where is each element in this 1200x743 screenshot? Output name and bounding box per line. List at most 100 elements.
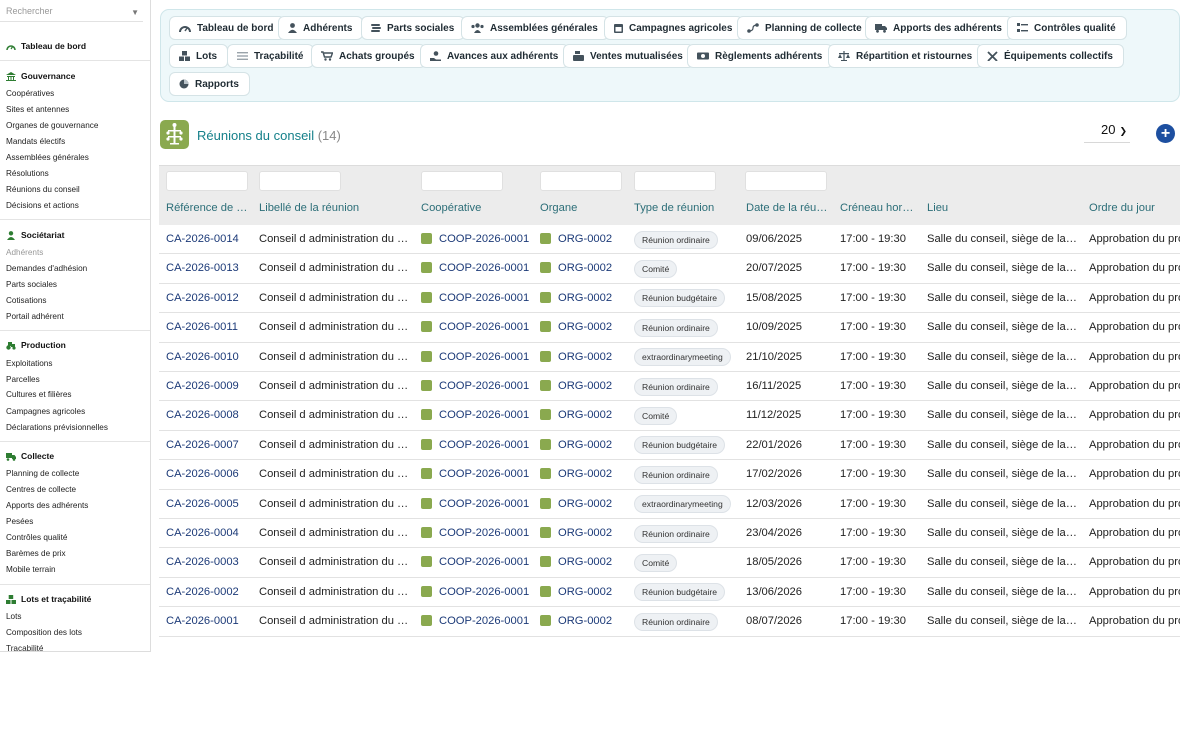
- cell-organe[interactable]: ORG-0002: [540, 431, 628, 460]
- sidebar-item-baremes[interactable]: Barèmes de prix: [6, 549, 66, 558]
- sidebar-item-exploitations[interactable]: Exploitations: [6, 359, 52, 368]
- nav-apports[interactable]: Apports des adhérents: [865, 16, 1013, 40]
- section-collecte[interactable]: Collecte: [6, 451, 54, 461]
- nav-avances[interactable]: Avances aux adhérents: [420, 44, 570, 68]
- nav-campagnes[interactable]: Campagnes agricoles: [604, 16, 744, 40]
- cell-organe[interactable]: ORG-0002: [540, 372, 628, 401]
- cooperative-link[interactable]: COOP-2026-0001: [439, 262, 529, 274]
- sidebar-item-controles[interactable]: Contrôles qualité: [6, 533, 67, 542]
- sidebar-item-portail[interactable]: Portail adhérent: [6, 312, 64, 321]
- filter-input-libelle[interactable]: [259, 171, 341, 191]
- cell-reference[interactable]: CA-2026-0013: [166, 254, 252, 283]
- organe-link[interactable]: ORG-0002: [558, 556, 612, 568]
- cell-organe[interactable]: ORG-0002: [540, 460, 628, 489]
- nav-ventes[interactable]: Ventes mutualisées: [563, 44, 694, 68]
- nav-parts-sociales[interactable]: Parts sociales: [361, 16, 466, 40]
- cell-cooperative[interactable]: COOP-2026-0001: [421, 490, 533, 519]
- nav-lots[interactable]: Lots: [169, 44, 229, 68]
- sidebar-item-reunions[interactable]: Réunions du conseil: [6, 185, 80, 194]
- cell-reference[interactable]: CA-2026-0005: [166, 490, 252, 519]
- sidebar-item-resolutions[interactable]: Résolutions: [6, 169, 49, 178]
- nav-tracabilite[interactable]: Traçabilité: [227, 44, 315, 68]
- column-header-date[interactable]: Date de la réu…: [746, 202, 827, 214]
- sidebar-item-cooperatives[interactable]: Coopératives: [6, 89, 54, 98]
- nav-adherents[interactable]: Adhérents: [278, 16, 364, 40]
- sidebar-item-sites[interactable]: Sites et antennes: [6, 105, 69, 114]
- cell-cooperative[interactable]: COOP-2026-0001: [421, 372, 533, 401]
- page-size-select[interactable]: 20 ❯: [1084, 122, 1130, 143]
- nav-repartition[interactable]: Répartition et ristournes: [828, 44, 984, 68]
- cell-cooperative[interactable]: COOP-2026-0001: [421, 578, 533, 607]
- cooperative-link[interactable]: COOP-2026-0001: [439, 586, 529, 598]
- organe-link[interactable]: ORG-0002: [558, 527, 612, 539]
- section-production[interactable]: Production: [6, 340, 66, 350]
- cooperative-link[interactable]: COOP-2026-0001: [439, 556, 529, 568]
- cell-organe[interactable]: ORG-0002: [540, 254, 628, 283]
- sidebar-item-cultures[interactable]: Cultures et filières: [6, 390, 72, 399]
- cell-cooperative[interactable]: COOP-2026-0001: [421, 519, 533, 548]
- cooperative-link[interactable]: COOP-2026-0001: [439, 468, 529, 480]
- cell-organe[interactable]: ORG-0002: [540, 284, 628, 313]
- organe-link[interactable]: ORG-0002: [558, 409, 612, 421]
- nav-controles[interactable]: Contrôles qualité: [1007, 16, 1127, 40]
- cooperative-link[interactable]: COOP-2026-0001: [439, 233, 529, 245]
- nav-equipements[interactable]: Équipements collectifs: [977, 44, 1124, 68]
- cell-reference[interactable]: CA-2026-0008: [166, 401, 252, 430]
- cell-cooperative[interactable]: COOP-2026-0001: [421, 401, 533, 430]
- cell-cooperative[interactable]: COOP-2026-0001: [421, 460, 533, 489]
- chevron-down-icon[interactable]: ▼: [131, 8, 139, 17]
- filter-input-date[interactable]: [745, 171, 827, 191]
- sidebar-item-composition[interactable]: Composition des lots: [6, 628, 82, 637]
- cooperative-link[interactable]: COOP-2026-0001: [439, 527, 529, 539]
- column-header-cooperative[interactable]: Coopérative: [421, 202, 481, 214]
- cell-organe[interactable]: ORG-0002: [540, 548, 628, 577]
- cell-organe[interactable]: ORG-0002: [540, 490, 628, 519]
- sidebar-item-centres[interactable]: Centres de collecte: [6, 485, 76, 494]
- organe-link[interactable]: ORG-0002: [558, 498, 612, 510]
- sidebar-item-campagnes[interactable]: Campagnes agricoles: [6, 407, 85, 416]
- nav-rapports[interactable]: Rapports: [169, 72, 250, 96]
- cell-reference[interactable]: CA-2026-0012: [166, 284, 252, 313]
- cooperative-link[interactable]: COOP-2026-0001: [439, 615, 529, 627]
- cell-cooperative[interactable]: COOP-2026-0001: [421, 343, 533, 372]
- column-header-creneau[interactable]: Créneau hor…: [840, 202, 913, 214]
- nav-achats-groupes[interactable]: Achats groupés: [311, 44, 426, 68]
- sidebar-item-lots[interactable]: Lots: [6, 612, 21, 621]
- table-row[interactable]: CA-2026-0012 Conseil d administration du …: [159, 284, 1180, 314]
- cell-reference[interactable]: CA-2026-0004: [166, 519, 252, 548]
- table-row[interactable]: CA-2026-0003 Conseil d administration du …: [159, 548, 1180, 578]
- sidebar-item-organes[interactable]: Organes de gouvernance: [6, 121, 98, 130]
- cell-reference[interactable]: CA-2026-0009: [166, 372, 252, 401]
- cooperative-link[interactable]: COOP-2026-0001: [439, 351, 529, 363]
- column-header-libelle[interactable]: Libellé de la réunion: [259, 202, 359, 214]
- cell-organe[interactable]: ORG-0002: [540, 225, 628, 254]
- cell-cooperative[interactable]: COOP-2026-0001: [421, 225, 533, 254]
- table-row[interactable]: CA-2026-0009 Conseil d administration du …: [159, 372, 1180, 402]
- search-input[interactable]: Rechercher ▼: [0, 0, 143, 22]
- organe-link[interactable]: ORG-0002: [558, 233, 612, 245]
- cell-organe[interactable]: ORG-0002: [540, 401, 628, 430]
- table-row[interactable]: CA-2026-0001 Conseil d administration du …: [159, 607, 1180, 637]
- sidebar-item-declarations[interactable]: Déclarations prévisionnelles: [6, 423, 108, 432]
- nav-planning[interactable]: Planning de collecte: [737, 16, 873, 40]
- cooperative-link[interactable]: COOP-2026-0001: [439, 409, 529, 421]
- cell-cooperative[interactable]: COOP-2026-0001: [421, 607, 533, 636]
- table-row[interactable]: CA-2026-0010 Conseil d administration du …: [159, 343, 1180, 372]
- table-row[interactable]: CA-2026-0005 Conseil d administration du …: [159, 490, 1180, 519]
- organe-link[interactable]: ORG-0002: [558, 262, 612, 274]
- sidebar-item-mobile[interactable]: Mobile terrain: [6, 565, 56, 574]
- sidebar-item-planning[interactable]: Planning de collecte: [6, 469, 79, 478]
- cell-cooperative[interactable]: COOP-2026-0001: [421, 548, 533, 577]
- organe-link[interactable]: ORG-0002: [558, 586, 612, 598]
- section-lots[interactable]: Lots et traçabilité: [6, 594, 91, 604]
- sidebar-item-mandats[interactable]: Mandats électifs: [6, 137, 65, 146]
- column-header-reference[interactable]: Référence de …: [166, 202, 247, 214]
- table-row[interactable]: CA-2026-0014 Conseil d administration du …: [159, 225, 1180, 255]
- sidebar-item-assemblees[interactable]: Assemblées générales: [6, 153, 89, 162]
- table-row[interactable]: CA-2026-0011 Conseil d administration du …: [159, 313, 1180, 343]
- filter-input-reference[interactable]: [166, 171, 248, 191]
- cell-organe[interactable]: ORG-0002: [540, 578, 628, 607]
- cell-cooperative[interactable]: COOP-2026-0001: [421, 431, 533, 460]
- filter-input-type[interactable]: [634, 171, 716, 191]
- column-header-lieu[interactable]: Lieu: [927, 202, 948, 214]
